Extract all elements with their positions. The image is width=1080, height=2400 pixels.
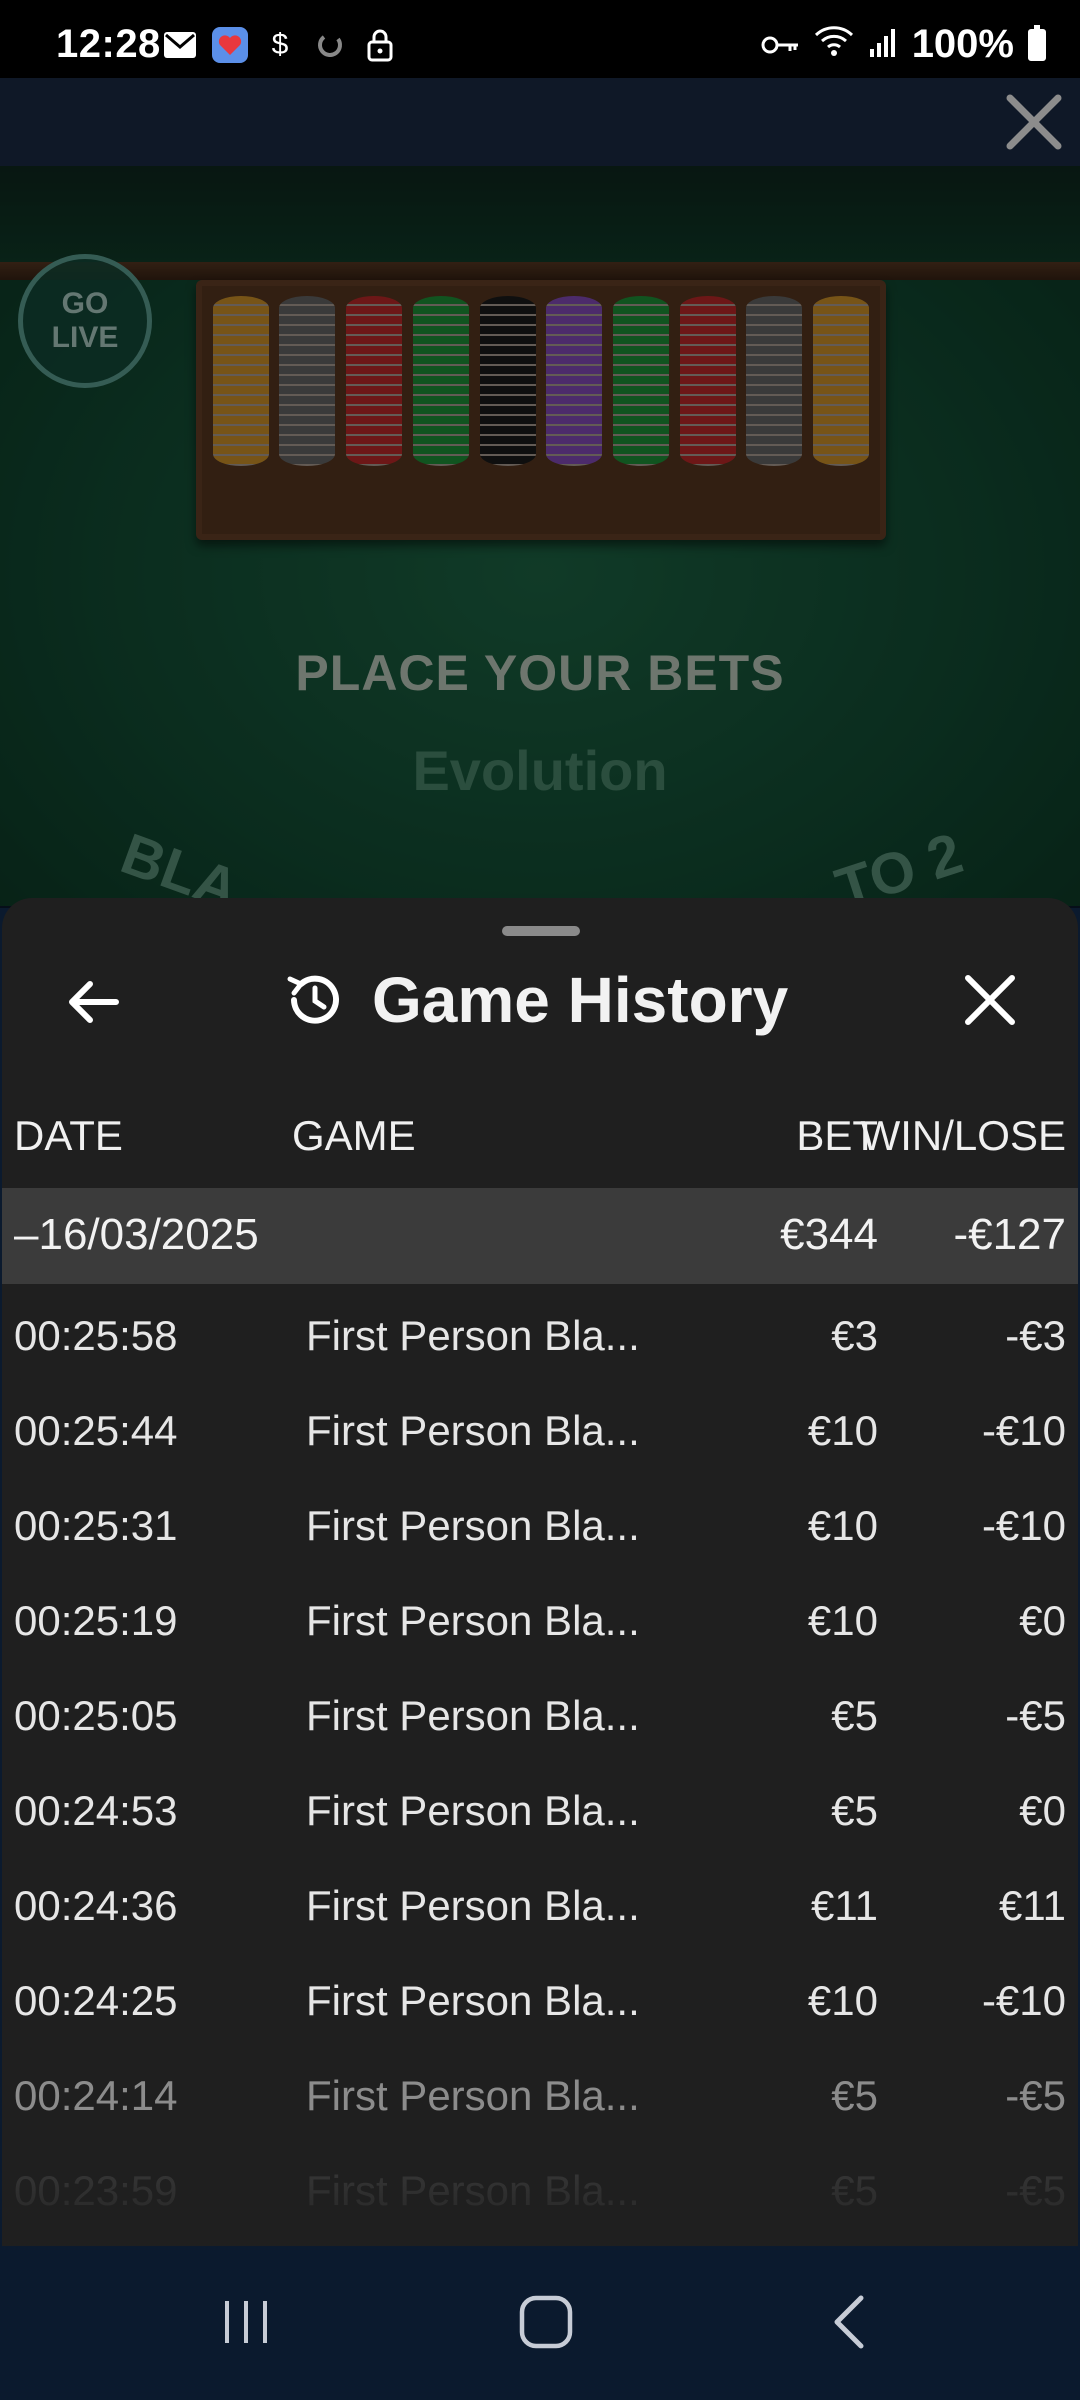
system-nav-bar	[0, 2246, 1080, 2400]
row-game: First Person Bla...	[306, 1312, 640, 1359]
row-time: 00:25:19	[14, 1597, 178, 1644]
signal-icon	[868, 22, 898, 67]
column-header-game[interactable]: GAME	[292, 1112, 416, 1160]
row-win-lose: -€10	[981, 1407, 1066, 1454]
summary-date: –16/03/2025	[14, 1210, 259, 1259]
row-game: First Person Bla...	[306, 1787, 640, 1834]
history-icon	[287, 975, 339, 1024]
recent-apps-icon	[225, 2301, 267, 2343]
table-row[interactable]: 00:24:25 First Person Bla... €10 -€10	[2, 1949, 1078, 2044]
row-game: First Person Bla...	[306, 1597, 640, 1644]
row-time: 00:24:14	[14, 2072, 178, 2119]
status-bar: 12:28 $ 100%	[0, 0, 1080, 78]
row-bet: €10	[807, 1977, 878, 2024]
status-notification-icons: $	[162, 27, 398, 63]
row-win-lose: €0	[1019, 1597, 1066, 1644]
table-row[interactable]: 00:25:58 First Person Bla... €3 -€3	[2, 1284, 1078, 1379]
row-time: 00:25:58	[14, 1312, 178, 1359]
history-list: 00:25:58 First Person Bla... €3 -€3 00:25:44…	[2, 1284, 1078, 2234]
row-time: 00:25:05	[14, 1692, 178, 1739]
row-bet: €10	[807, 1502, 878, 1549]
row-bet: €5	[831, 1787, 878, 1834]
game-history-sheet: Game History DATE GAME BET WIN/LOSE –16/…	[2, 898, 1078, 2246]
key-icon	[760, 22, 800, 67]
sheet-header: Game History	[284, 964, 788, 1036]
status-time: 12:28	[56, 22, 161, 66]
row-win-lose: €0	[1019, 1787, 1066, 1834]
row-time: 00:24:36	[14, 1882, 178, 1929]
row-win-lose: -€5	[1005, 2072, 1066, 2119]
row-bet: €10	[807, 1597, 878, 1644]
overlay-dim[interactable]	[0, 78, 1080, 908]
status-system-icons: 100%	[760, 22, 1046, 67]
summary-win-lose: -€127	[953, 1210, 1066, 1259]
battery-icon	[1028, 24, 1046, 61]
recent-apps-button[interactable]	[206, 2286, 286, 2358]
row-win-lose: €11	[999, 1882, 1066, 1929]
row-bet: €11	[811, 1882, 878, 1929]
wifi-icon	[814, 22, 854, 67]
row-time: 00:24:53	[14, 1787, 178, 1834]
row-game: First Person Bla...	[306, 1977, 640, 2024]
arrow-left-icon	[69, 981, 119, 1023]
row-win-lose: -€3	[1005, 1312, 1066, 1359]
battery-percent: 100%	[911, 22, 1014, 66]
home-button[interactable]	[506, 2286, 586, 2358]
row-bet: €3	[831, 1312, 878, 1359]
column-header-date[interactable]: DATE	[14, 1112, 123, 1160]
heart-app-icon	[212, 27, 248, 63]
row-time: 00:25:44	[14, 1407, 178, 1454]
row-game: First Person Bla...	[306, 1502, 640, 1549]
close-sheet-button[interactable]	[958, 968, 1022, 1032]
table-row[interactable]: 00:24:36 First Person Bla... €11 €11	[2, 1854, 1078, 1949]
table-row[interactable]: 00:24:14 First Person Bla... €5 -€5	[2, 2044, 1078, 2139]
drag-handle[interactable]	[502, 926, 580, 936]
row-game: First Person Bla...	[306, 2072, 640, 2119]
summary-bet: €344	[780, 1210, 878, 1259]
table-row[interactable]: 00:25:19 First Person Bla... €10 €0	[2, 1569, 1078, 1664]
home-icon	[519, 2295, 573, 2349]
row-win-lose: -€10	[981, 1502, 1066, 1549]
column-header-win-lose[interactable]: WIN/LOSE	[861, 1112, 1066, 1160]
row-game: First Person Bla...	[306, 1692, 640, 1739]
back-nav-button[interactable]	[810, 2286, 890, 2358]
table-row[interactable]: 00:24:53 First Person Bla... €5 €0	[2, 1759, 1078, 1854]
table-row[interactable]: 00:25:31 First Person Bla... €10 -€10	[2, 1474, 1078, 1569]
row-bet: €5	[831, 1692, 878, 1739]
table-row[interactable]: 00:25:05 First Person Bla... €5 -€5	[2, 1664, 1078, 1759]
row-time: 00:25:31	[14, 1502, 178, 1549]
mail-icon	[162, 28, 198, 62]
row-win-lose: -€5	[1005, 1692, 1066, 1739]
close-icon	[965, 975, 1015, 1025]
row-win-lose: -€10	[981, 1977, 1066, 2024]
date-summary-row[interactable]: –16/03/2025 €344 -€127	[2, 1188, 1078, 1284]
lock-icon	[362, 28, 398, 62]
row-bet: €10	[807, 1407, 878, 1454]
back-icon	[834, 2295, 864, 2349]
table-row[interactable]: 00:25:44 First Person Bla... €10 -€10	[2, 1379, 1078, 1474]
row-bet: €5	[831, 2072, 878, 2119]
sync-icon	[312, 28, 348, 62]
row-game: First Person Bla...	[306, 1882, 640, 1929]
back-button[interactable]	[58, 966, 130, 1038]
sheet-title: Game History	[372, 964, 789, 1036]
list-fade	[2, 2148, 1078, 2246]
dollar-icon: $	[271, 28, 289, 61]
row-game: First Person Bla...	[306, 1407, 640, 1454]
row-time: 00:24:25	[14, 1977, 178, 2024]
